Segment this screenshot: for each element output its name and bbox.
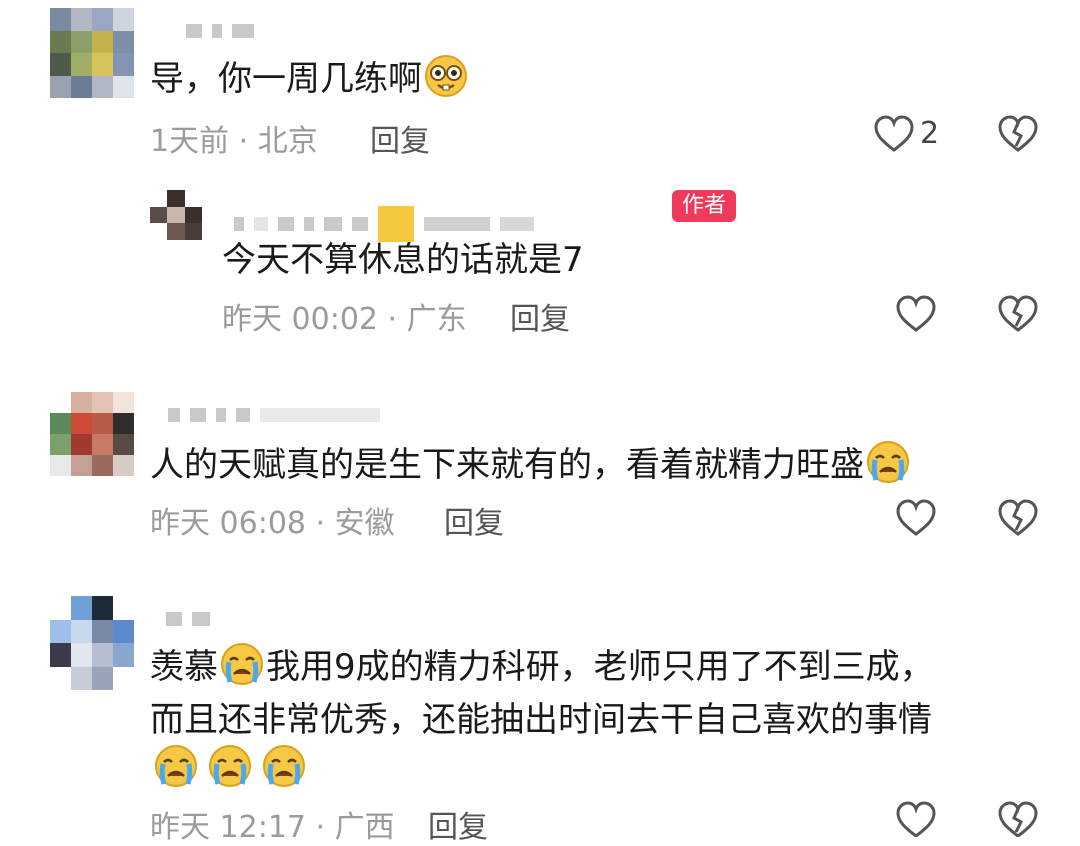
comment-text: 羡慕 我用9成的精力科研，老师只用了不到三成， — [150, 642, 934, 691]
heart-icon — [896, 295, 936, 332]
comment-meta: 昨天 06:08 · 安徽 — [150, 506, 395, 541]
emoji-row — [152, 744, 308, 788]
broken-heart-icon — [998, 801, 1038, 837]
reply-text: 今天不算休息的话就是7 — [222, 240, 584, 280]
like-button[interactable] — [894, 800, 938, 837]
broken-heart-icon — [998, 295, 1038, 332]
reply-button[interactable]: 回复 — [428, 802, 488, 846]
author-badge: 作者 — [672, 190, 737, 222]
like-button[interactable] — [872, 114, 916, 154]
broken-heart-icon — [998, 115, 1038, 152]
like-button[interactable] — [894, 294, 938, 334]
username[interactable] — [186, 24, 254, 38]
reply-button[interactable]: 回复 — [370, 116, 430, 160]
avatar[interactable] — [50, 392, 134, 476]
comment-text: 人的天赋真的是生下来就有的，看着就精力旺盛 — [150, 440, 912, 489]
comment-meta: 1天前 · 北京 — [150, 124, 318, 159]
reply-button[interactable]: 回复 — [444, 498, 504, 542]
crying-emoji-icon — [154, 744, 198, 788]
crying-emoji-icon — [262, 744, 306, 788]
like-button[interactable] — [894, 498, 938, 538]
dislike-button[interactable] — [996, 498, 1040, 538]
broken-heart-icon — [998, 499, 1038, 536]
heart-icon — [896, 801, 936, 837]
reply-meta: 昨天 00:02 · 广东 — [222, 302, 467, 337]
dislike-button[interactable] — [996, 114, 1040, 154]
dislike-button[interactable] — [996, 294, 1040, 334]
like-count: 2 — [920, 116, 940, 151]
username[interactable] — [168, 408, 380, 422]
comment-text: 而且还非常优秀，还能抽出时间去干自己喜欢的事情 — [150, 700, 932, 740]
avatar[interactable] — [50, 596, 134, 690]
crying-emoji-icon — [220, 642, 264, 686]
crying-emoji-icon — [866, 440, 910, 484]
username[interactable] — [166, 612, 210, 626]
heart-icon — [874, 115, 914, 152]
reply-button[interactable]: 回复 — [510, 294, 570, 338]
nerd-emoji-icon — [424, 54, 468, 98]
avatar[interactable] — [50, 8, 134, 98]
dislike-button[interactable] — [996, 800, 1040, 837]
heart-icon — [896, 499, 936, 536]
crying-emoji-icon — [208, 744, 252, 788]
comment-meta: 昨天 12:17 · 广西 — [150, 810, 395, 845]
comment-text: 导，你一周几练啊 — [150, 54, 470, 103]
reply-avatar[interactable] — [150, 190, 202, 240]
